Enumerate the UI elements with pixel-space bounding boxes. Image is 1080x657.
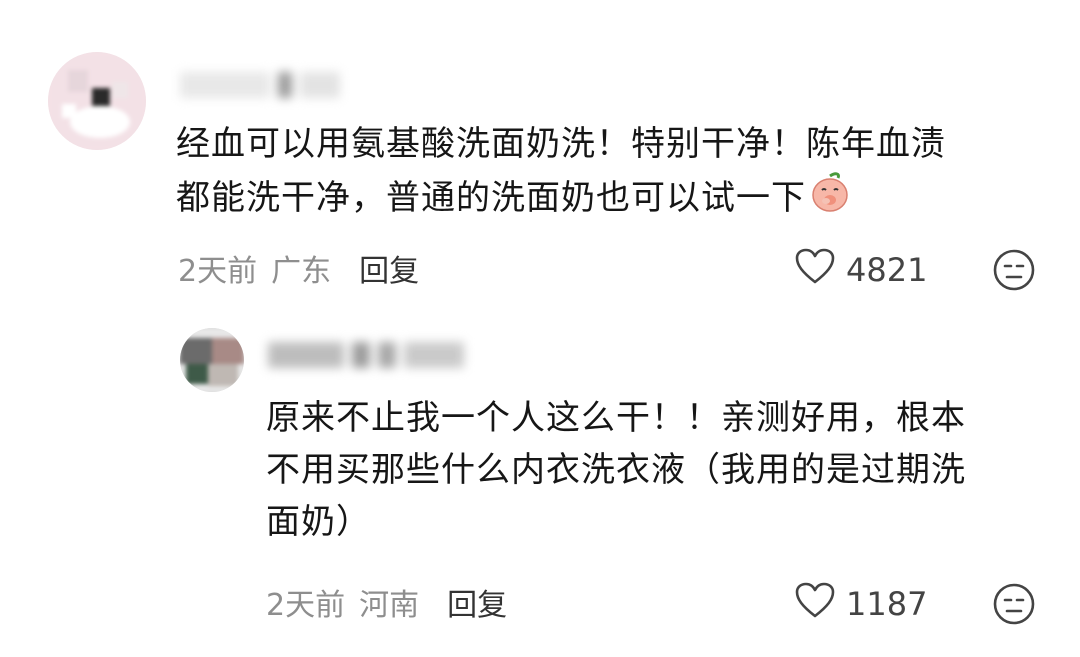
comment-meta: 2天前 广东 回复: [178, 246, 419, 290]
reply-meta: 2天前 河南 回复: [266, 580, 507, 624]
comment-location: 广东: [271, 254, 332, 289]
reply-time: 2天前: [266, 588, 346, 623]
reply-button[interactable]: 回复: [359, 246, 419, 290]
reply-text-line: 原来不止我一个人这么干！！亲测好用，根本: [266, 398, 966, 438]
dislike-button[interactable]: [992, 248, 1036, 292]
like-count: 4821: [846, 251, 928, 289]
reply-text: 原来不止我一个人这么干！！亲测好用，根本 不用买那些什么内衣洗衣液（我用的是过期…: [266, 392, 1046, 548]
reply-text-line: 不用买那些什么内衣洗衣液（我用的是过期洗: [266, 450, 966, 490]
reply-text-line: 面奶）: [266, 502, 371, 542]
meh-face-icon: [992, 249, 1036, 296]
reply-location: 河南: [359, 588, 420, 623]
avatar[interactable]: [48, 52, 146, 150]
comment-text-line: 都能洗干净，普通的洗面奶也可以试一下: [176, 170, 1036, 229]
username-blurred[interactable]: [268, 342, 508, 368]
peach-emoji-icon: [808, 170, 852, 229]
avatar[interactable]: [180, 328, 244, 392]
comment-text-line: 经血可以用氨基酸洗面奶洗！特别干净！陈年血渍: [176, 124, 946, 164]
heart-outline-icon: [794, 581, 836, 627]
like-count: 1187: [846, 585, 928, 623]
dislike-button[interactable]: [992, 582, 1036, 626]
reply-button[interactable]: 回复: [447, 580, 507, 624]
like-button[interactable]: 1187: [794, 582, 927, 626]
heart-outline-icon: [794, 247, 836, 293]
comment-text: 经血可以用氨基酸洗面奶洗！特别干净！陈年血渍 都能洗干净，普通的洗面奶也可以试一…: [176, 118, 1036, 229]
like-button[interactable]: 4821: [794, 248, 927, 292]
username-blurred[interactable]: [180, 72, 350, 98]
meh-face-icon: [992, 583, 1036, 630]
comment-time: 2天前: [178, 254, 258, 289]
